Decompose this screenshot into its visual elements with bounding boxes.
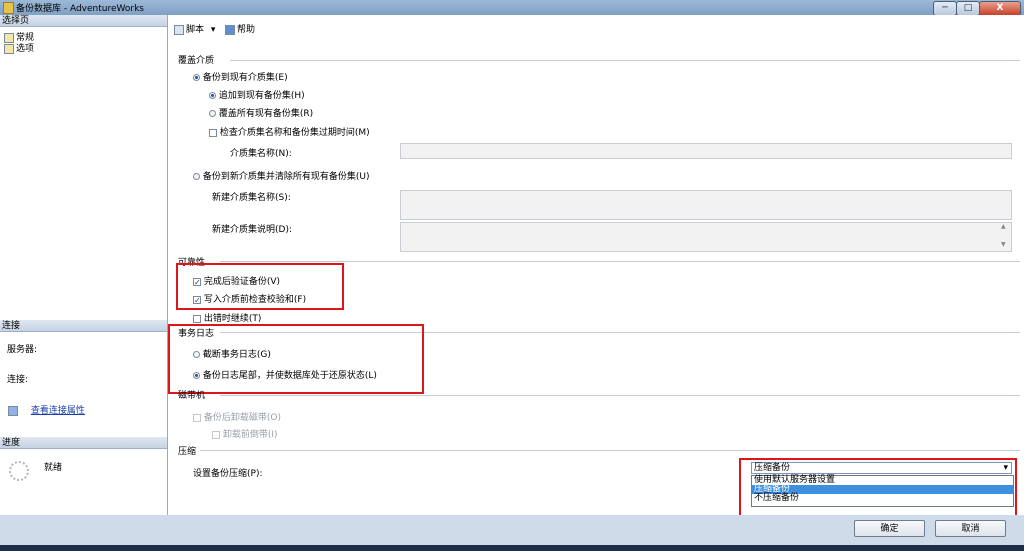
chevron-down-icon[interactable]: ▾ <box>211 25 216 35</box>
progress-spinner-icon <box>9 461 29 481</box>
window-title: 备份数据库 - AdventureWorks <box>16 4 144 14</box>
radio-backup-tail[interactable]: 备份日志尾部，并使数据库处于还原状态(L) <box>193 368 377 381</box>
compression-dropdown-list: 使用默认服务器设置 压缩备份 不压缩备份 <box>751 475 1014 507</box>
checkbox-rewind-tape: 卸载前倒带(I) <box>212 427 278 440</box>
radio-backup-new[interactable]: 备份到新介质集并清除所有现有备份集(U) <box>193 169 370 182</box>
select-page-header: 选择页 <box>0 15 167 27</box>
radio-indicator[interactable] <box>209 110 216 117</box>
group-divider <box>220 261 1020 262</box>
radio-indicator[interactable] <box>209 92 216 99</box>
radio-label: 覆盖所有现有备份集(R) <box>218 109 314 119</box>
radio-append[interactable]: 追加到现有备份集(H) <box>209 88 305 101</box>
checkbox-label: 写入介质前检查校验和(F) <box>203 295 307 305</box>
connection-header: 连接 <box>0 320 167 332</box>
page-label-options: 选项 <box>16 44 35 54</box>
new-media-set-desc-field[interactable] <box>400 222 1012 252</box>
checkbox-indicator <box>193 413 201 422</box>
left-pane: 选择页 常规 选项 连接 服务器: 连接: 查看连接属性 进度 就绪 <box>0 15 168 515</box>
options-pane: 脚本 ▾ 帮助 覆盖介质 备份到现有介质集(E) 追加到现有备份集(H) 覆盖所… <box>168 15 1024 519</box>
help-label: 帮助 <box>237 25 256 35</box>
checkbox-unload-tape: 备份后卸载磁带(O) <box>193 410 281 423</box>
checkbox-label: 卸载前倒带(I) <box>222 430 278 440</box>
checkbox-indicator[interactable] <box>209 128 217 137</box>
view-connection-properties-link[interactable]: 查看连接属性 <box>31 406 85 416</box>
dropdown-option[interactable]: 不压缩备份 <box>752 494 1013 503</box>
script-button[interactable]: 脚本 ▾ <box>174 22 215 35</box>
ok-button[interactable]: 确定 <box>854 520 925 537</box>
overwrite-media-header: 覆盖介质 <box>178 56 215 66</box>
connection-properties-icon <box>8 405 18 416</box>
help-button[interactable]: 帮助 <box>225 22 255 35</box>
radio-indicator[interactable] <box>193 351 200 358</box>
new-media-set-name-field[interactable] <box>400 190 1012 220</box>
app-icon <box>3 2 14 14</box>
media-set-name-field[interactable] <box>400 143 1012 159</box>
compression-select[interactable]: 压缩备份 ▾ <box>751 462 1012 474</box>
checkbox-indicator <box>212 430 220 439</box>
compression-selected-value: 压缩备份 <box>754 463 791 473</box>
checkbox-label: 出错时继续(T) <box>203 314 262 324</box>
radio-label: 备份到新介质集并清除所有现有备份集(U) <box>202 172 370 182</box>
radio-label: 追加到现有备份集(H) <box>218 91 305 101</box>
tape-header: 磁带机 <box>178 391 206 401</box>
close-button[interactable]: X <box>979 1 1021 16</box>
progress-header: 进度 <box>0 437 167 449</box>
radio-truncate-log[interactable]: 截断事务日志(G) <box>193 347 271 360</box>
scroll-down-icon[interactable]: ▼ <box>1001 241 1006 248</box>
script-label: 脚本 <box>186 25 205 35</box>
new-media-set-name-label: 新建介质集名称(S): <box>212 193 291 203</box>
dropdown-option[interactable]: 使用默认服务器设置 <box>752 476 1013 485</box>
checkbox-indicator[interactable] <box>193 314 201 323</box>
page-item-options[interactable]: 选项 <box>4 41 34 54</box>
checkbox-check-name-expiry[interactable]: 检查介质集名称和备份集过期时间(M) <box>209 125 370 138</box>
progress-status: 就绪 <box>44 463 63 473</box>
radio-backup-existing[interactable]: 备份到现有介质集(E) <box>193 70 288 83</box>
view-connection-properties[interactable]: 查看连接属性 <box>8 403 85 416</box>
checkbox-verify[interactable]: ✓ 完成后验证备份(V) <box>193 274 280 287</box>
checkbox-label: 备份后卸载磁带(O) <box>203 413 281 423</box>
checkbox-continue-on-error[interactable]: 出错时继续(T) <box>193 311 261 324</box>
taskbar <box>0 545 1024 551</box>
toolbar: 脚本 ▾ 帮助 <box>168 15 1024 42</box>
radio-indicator[interactable] <box>193 372 200 379</box>
radio-label: 截断事务日志(G) <box>202 350 271 360</box>
scroll-up-icon[interactable]: ▲ <box>1001 223 1006 230</box>
checkbox-checksum[interactable]: ✓ 写入介质前检查校验和(F) <box>193 292 306 305</box>
radio-indicator[interactable] <box>193 74 200 81</box>
radio-indicator[interactable] <box>193 173 200 180</box>
page-icon <box>4 43 14 54</box>
new-media-set-desc-label: 新建介质集说明(D): <box>212 225 292 235</box>
radio-label: 备份到现有介质集(E) <box>202 73 288 83</box>
cancel-button[interactable]: 取消 <box>935 520 1006 537</box>
compression-header: 压缩 <box>178 447 197 457</box>
media-set-name-label: 介质集名称(N): <box>230 149 292 159</box>
group-divider <box>230 60 1020 61</box>
maximize-button[interactable]: □ <box>956 1 980 16</box>
checkbox-indicator[interactable]: ✓ <box>193 295 201 304</box>
group-divider <box>200 450 1020 451</box>
radio-label: 备份日志尾部，并使数据库处于还原状态(L) <box>202 371 377 381</box>
group-divider <box>220 395 1020 396</box>
radio-overwrite-all[interactable]: 覆盖所有现有备份集(R) <box>209 106 313 119</box>
help-icon <box>225 24 235 35</box>
compression-label: 设置备份压缩(P): <box>193 469 263 479</box>
minimize-button[interactable]: ─ <box>933 1 957 16</box>
checkbox-label: 完成后验证备份(V) <box>203 277 281 287</box>
chevron-down-icon[interactable]: ▾ <box>1003 463 1008 474</box>
server-label: 服务器: <box>7 345 38 355</box>
connection-label: 连接: <box>7 375 29 385</box>
checkbox-indicator[interactable]: ✓ <box>193 277 201 286</box>
checkbox-label: 检查介质集名称和备份集过期时间(M) <box>219 128 370 138</box>
title-bar: 备份数据库 - AdventureWorks ─ □ X <box>0 0 1024 16</box>
script-icon <box>174 24 184 35</box>
